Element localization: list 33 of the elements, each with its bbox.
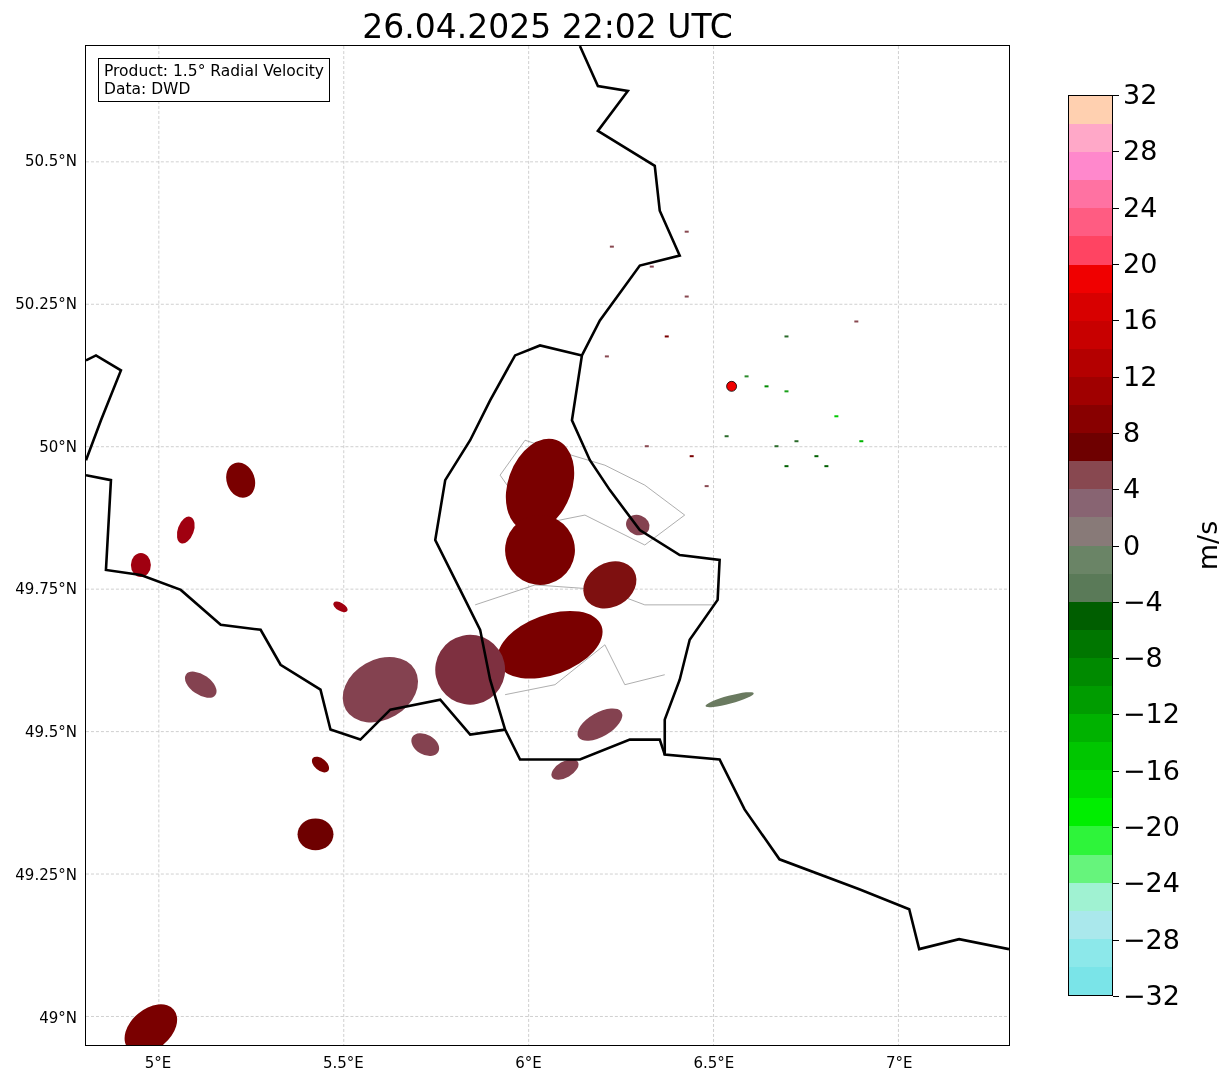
colorbar-tick-label: 8 (1123, 418, 1141, 446)
colorbar-tick-label: −4 (1123, 587, 1163, 615)
colorbar-tick-label: −24 (1123, 869, 1180, 897)
colorbar-tick-label: 16 (1123, 306, 1158, 334)
y-tick-label: 49.5°N (24, 723, 77, 741)
y-tick-label: 50.25°N (15, 294, 77, 313)
info-text: Product: 1.5° Radial Velocity (104, 62, 324, 80)
y-tick-label: 49.25°N (15, 865, 77, 884)
chart-title: 26.04.2025 22:02 UTC (362, 10, 733, 45)
y-tick-label: 49°N (39, 1008, 77, 1027)
colorbar-tick-label: 28 (1123, 137, 1158, 165)
colorbar-tick-label: 0 (1123, 531, 1141, 559)
x-tick-label: 5°E (144, 1054, 172, 1072)
x-tick-label: 6°E (515, 1054, 542, 1072)
colorbar-tick-label: 4 (1123, 475, 1141, 503)
colorbar-tick-label: −20 (1123, 813, 1180, 841)
colorbar-tick-label: 32 (1123, 81, 1158, 108)
colorbar-tick-label: −12 (1123, 700, 1180, 728)
colorbar-tick-label: −8 (1123, 644, 1163, 672)
colorbar-tick-label: 20 (1123, 249, 1158, 277)
y-tick-label: 50°N (39, 437, 77, 456)
x-tick-label: 7°E (885, 1054, 913, 1072)
colorbar-tick-label: −32 (1123, 982, 1180, 1009)
colorbar-unit-label: m/s (1192, 520, 1224, 571)
colorbar-tick-label: −28 (1123, 925, 1180, 953)
colorbar-tick-label: 12 (1123, 362, 1158, 390)
x-tick-label: 6.5°E (693, 1054, 735, 1072)
info-text: Data: DWD (104, 80, 192, 98)
colorbar-tick-label: 24 (1123, 193, 1158, 221)
colorbar-tick-label: −16 (1123, 756, 1180, 784)
y-tick-label: 50.5°N (24, 152, 77, 170)
y-tick-label: 49.75°N (15, 580, 77, 599)
x-tick-label: 5.5°E (322, 1054, 364, 1072)
